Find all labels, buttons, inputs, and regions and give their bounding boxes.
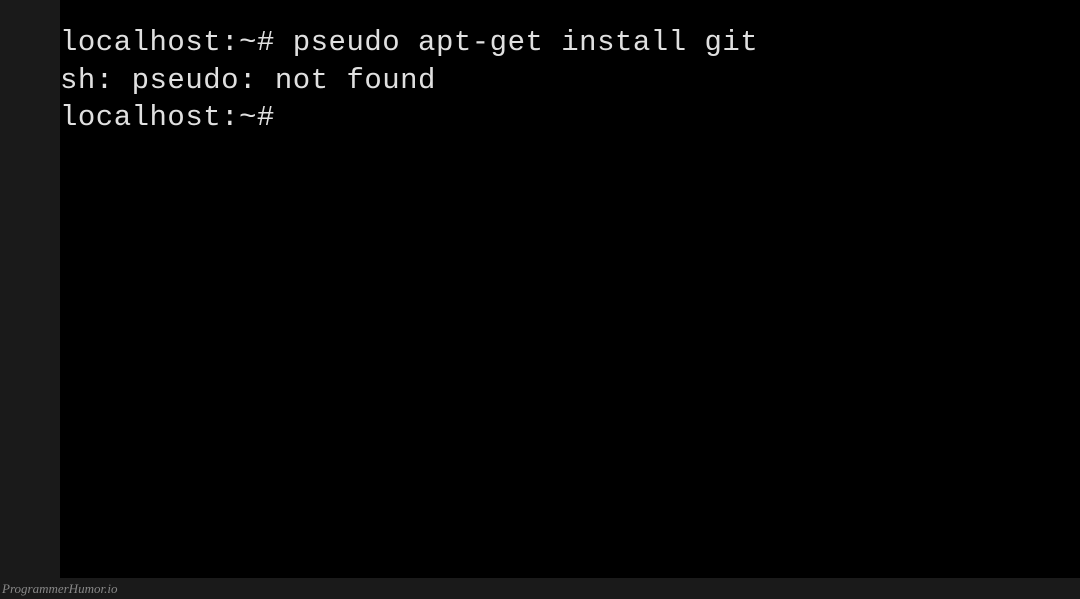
watermark-text: ProgrammerHumor.io bbox=[2, 581, 117, 597]
terminal-line-command: localhost:~# pseudo apt-get install git bbox=[60, 24, 1080, 62]
terminal-line-prompt: localhost:~# bbox=[60, 99, 1080, 137]
left-sidebar bbox=[0, 0, 60, 578]
terminal-window[interactable]: localhost:~# pseudo apt-get install git … bbox=[60, 0, 1080, 578]
terminal-line-output: sh: pseudo: not found bbox=[60, 62, 1080, 100]
